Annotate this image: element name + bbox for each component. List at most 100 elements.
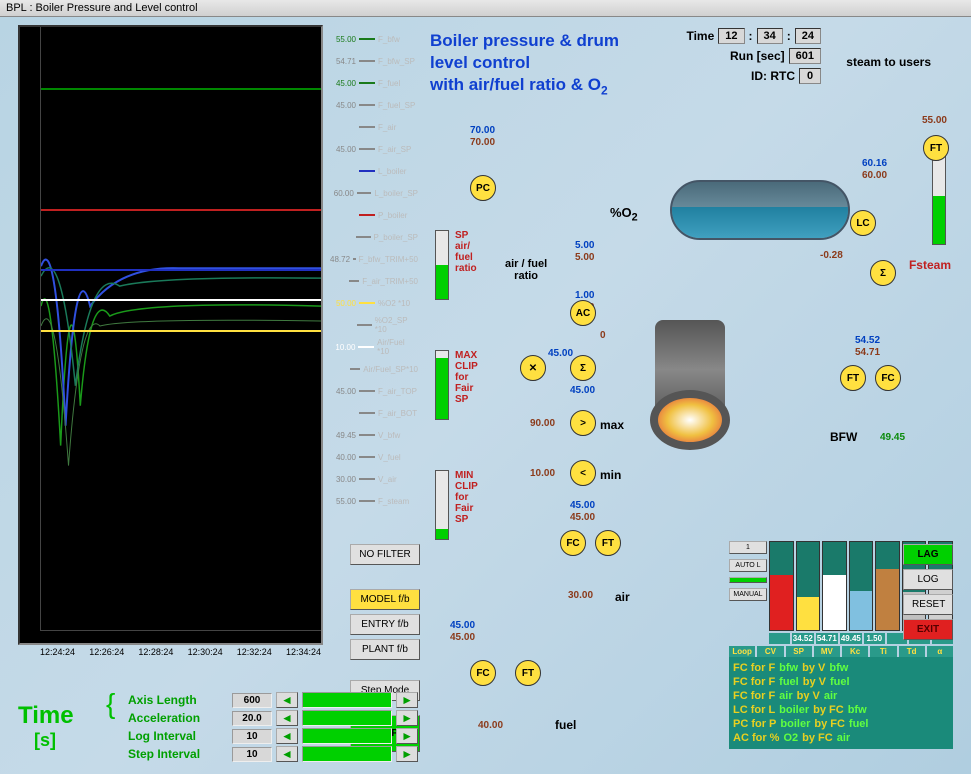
mode-button[interactable]: AUTO L <box>729 559 767 572</box>
air-lab: air <box>615 590 630 604</box>
ac-block[interactable]: AC <box>570 300 596 326</box>
o2-sp: 5.00 <box>575 240 594 251</box>
min-clip-gauge[interactable] <box>435 470 449 540</box>
trend-chart: 100908070605040302010 12:24:2412:26:2412… <box>18 25 323 645</box>
no-filter-button[interactable]: NO FILTER <box>350 544 420 565</box>
lc-block[interactable]: LC <box>850 210 876 236</box>
max-lab: max <box>600 418 624 432</box>
loop-row[interactable]: FC for Ffuelby Vfuel <box>733 675 949 689</box>
pc-pv: 70.00 <box>470 137 495 148</box>
fsteam-label: Fsteam <box>909 258 951 272</box>
bfw-lab: BFW <box>830 430 857 444</box>
time-val[interactable]: 600 <box>232 693 272 708</box>
ac-out: 0 <box>600 330 606 341</box>
fc-air-sp: 45.00 <box>570 500 595 511</box>
time-val[interactable]: 20.0 <box>232 711 272 726</box>
fc-fuel-pv: 45.00 <box>450 632 475 643</box>
slider-track[interactable] <box>302 710 392 726</box>
time-h: 12 <box>718 28 744 44</box>
loop-row[interactable]: LC for Lboilerby FCbfw <box>733 703 949 717</box>
pc-sp: 70.00 <box>470 125 495 136</box>
loop-row[interactable]: AC for %O2by FCair <box>733 731 949 745</box>
fc-bfw-sp: 54.52 <box>855 335 880 346</box>
sum-val: 45.00 <box>570 385 595 396</box>
time-val[interactable]: 10 <box>232 747 272 762</box>
dec-button[interactable]: ◄ <box>276 728 298 744</box>
lag-button[interactable]: LAG <box>903 544 953 565</box>
steam-gauge[interactable] <box>932 155 946 245</box>
inc-button[interactable]: ► <box>396 746 418 762</box>
furnace <box>640 320 740 490</box>
max-clip-label: MAX CLIP for Fair SP <box>455 350 478 405</box>
lc-out: -0.28 <box>820 250 843 261</box>
tuning-bar[interactable] <box>822 541 847 631</box>
lc-sp: 60.16 <box>862 158 887 169</box>
sp-label: SP air/ fuel ratio <box>455 230 477 274</box>
time-m: 34 <box>757 28 783 44</box>
entry-fb-button[interactable]: ENTRY f/b <box>350 614 420 635</box>
tuning-bar[interactable] <box>849 541 874 631</box>
log-button[interactable]: LOG <box>903 569 953 590</box>
inc-button[interactable]: ► <box>396 710 418 726</box>
filter-buttons: NO FILTER MODEL f/b ENTRY f/b PLANT f/b <box>350 544 420 664</box>
ft-steam[interactable]: FT <box>923 135 949 161</box>
reset-button[interactable]: RESET <box>903 594 953 615</box>
fc-bfw-pv: 54.71 <box>855 347 880 358</box>
sum-block[interactable]: Σ <box>570 355 596 381</box>
dec-button[interactable]: ◄ <box>276 746 298 762</box>
run-sec: 601 <box>789 48 821 64</box>
ft-bfw[interactable]: FT <box>840 365 866 391</box>
inc-button[interactable]: ► <box>396 728 418 744</box>
sum-bfw[interactable]: Σ <box>870 260 896 286</box>
time-controls: Time [s] { Axis Length600◄►Acceleration2… <box>18 692 418 764</box>
min-clip-label: MIN CLIP for Fair SP <box>455 470 478 525</box>
max-clip-gauge[interactable] <box>435 350 449 420</box>
page-title: Boiler pressure & drum level control wit… <box>430 30 619 99</box>
tuning-bar[interactable] <box>875 541 900 631</box>
sp-gauge[interactable] <box>435 230 449 300</box>
loop-row[interactable]: PC for Pboilerby FCfuel <box>733 717 949 731</box>
af-label: air / fuel ratio <box>505 258 547 282</box>
mode-button[interactable]: 1 <box>729 541 767 554</box>
exit-button[interactable]: EXIT <box>903 619 953 640</box>
chart-legend: 55.00F_bfw54.71F_bfw_SP45.00F_fuel45.00F… <box>330 28 418 512</box>
model-fb-button[interactable]: MODEL f/b <box>350 589 420 610</box>
fc-fuel[interactable]: FC <box>470 660 496 686</box>
fuel-v: 40.00 <box>478 720 503 731</box>
ft-steam-v: 55.00 <box>922 115 947 126</box>
mult-val: 45.00 <box>548 348 573 359</box>
mode-button[interactable] <box>729 577 767 583</box>
slider-track[interactable] <box>302 692 392 708</box>
title-bar: BPL : Boiler Pressure and Level control <box>0 0 971 17</box>
loop-row[interactable]: FC for Fbfwby Vbfw <box>733 661 949 675</box>
fc-bfw[interactable]: FC <box>875 365 901 391</box>
time-title: Time [s] <box>18 702 74 751</box>
inc-button[interactable]: ► <box>396 692 418 708</box>
fc-air[interactable]: FC <box>560 530 586 556</box>
ft-fuel[interactable]: FT <box>515 660 541 686</box>
pc-block[interactable]: PC <box>470 175 496 201</box>
bfw-v: 49.45 <box>880 432 905 443</box>
fc-air-pv: 45.00 <box>570 512 595 523</box>
slider-track[interactable] <box>302 746 392 762</box>
slider-track[interactable] <box>302 728 392 744</box>
ft-air[interactable]: FT <box>595 530 621 556</box>
lc-pv: 60.00 <box>862 170 887 181</box>
steam-drum <box>670 180 850 240</box>
loop-row[interactable]: FC for Fairby Vair <box>733 689 949 703</box>
min-block[interactable]: < <box>570 460 596 486</box>
fuel-lab: fuel <box>555 718 576 732</box>
mode-button[interactable]: MANUAL <box>729 588 767 601</box>
o2-label: %O2 <box>610 205 638 224</box>
dec-button[interactable]: ◄ <box>276 710 298 726</box>
tuning-bar[interactable] <box>796 541 821 631</box>
action-buttons: LAG LOG RESET EXIT <box>903 544 953 644</box>
tuning-bar[interactable] <box>769 541 794 631</box>
mult-block[interactable]: ✕ <box>520 355 546 381</box>
max-block[interactable]: > <box>570 410 596 436</box>
min-lab: min <box>600 468 621 482</box>
time-val[interactable]: 10 <box>232 729 272 744</box>
dec-button[interactable]: ◄ <box>276 692 298 708</box>
o2-pv: 5.00 <box>575 252 594 263</box>
plant-fb-button[interactable]: PLANT f/b <box>350 639 420 660</box>
